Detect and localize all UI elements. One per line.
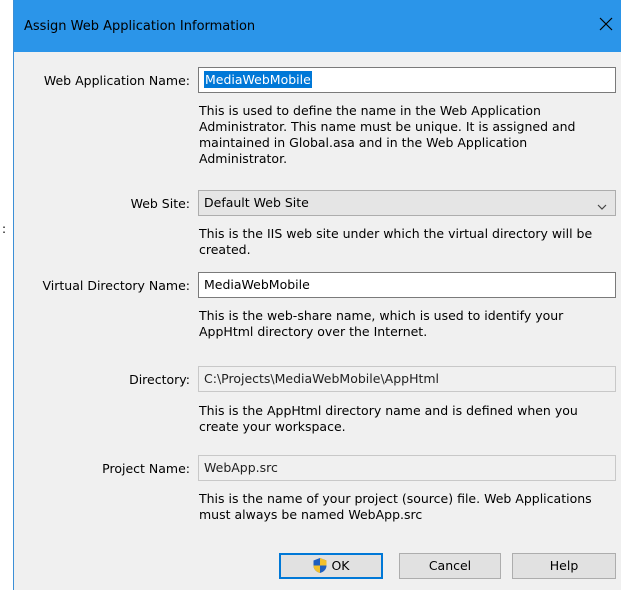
directory-field: C:\Projects\MediaWebMobile\AppHtml [198, 366, 616, 392]
help-button[interactable]: Help [512, 553, 616, 579]
cancel-button[interactable]: Cancel [399, 553, 501, 579]
help-button-label: Help [549, 558, 579, 573]
virtual-dir-help: This is the web-share name, which is use… [199, 308, 564, 339]
web-site-label: Web Site: [130, 196, 190, 211]
web-site-value: Default Web Site [204, 195, 309, 210]
virtual-dir-value: MediaWebMobile [204, 277, 310, 292]
web-app-name-help: This is used to define the name in the W… [199, 103, 576, 166]
background-window-edge: : [0, 0, 13, 590]
web-site-help: This is the IIS web site under which the… [199, 226, 593, 257]
chevron-down-icon [597, 199, 607, 214]
ok-button-label: OK [331, 558, 350, 573]
window-title: Assign Web Application Information [24, 19, 256, 34]
project-name-help: This is the name of your project (source… [199, 491, 592, 522]
title-bar[interactable]: Assign Web Application Information [14, 0, 621, 52]
virtual-dir-input[interactable]: MediaWebMobile [198, 272, 616, 298]
directory-help: This is the AppHtml directory name and i… [199, 403, 578, 434]
directory-value: C:\Projects\MediaWebMobile\AppHtml [204, 371, 440, 386]
virtual-dir-label: Virtual Directory Name: [42, 278, 191, 293]
directory-label: Directory: [129, 372, 190, 387]
uac-shield-icon [312, 557, 328, 582]
project-name-value: WebApp.src [204, 460, 278, 475]
ok-button[interactable]: OK [279, 553, 383, 579]
web-site-select[interactable]: Default Web Site [198, 190, 616, 216]
web-app-name-label: Web Application Name: [43, 73, 190, 88]
cancel-button-label: Cancel [428, 558, 472, 573]
assign-web-app-dialog: Assign Web Application Information Web A… [13, 0, 621, 590]
web-app-name-value: MediaWebMobile [204, 71, 312, 88]
web-app-name-input[interactable]: MediaWebMobile [198, 67, 616, 93]
project-name-field: WebApp.src [198, 455, 616, 481]
close-icon[interactable] [596, 14, 616, 34]
project-name-label: Project Name: [102, 461, 190, 476]
background-text: : [2, 222, 7, 236]
